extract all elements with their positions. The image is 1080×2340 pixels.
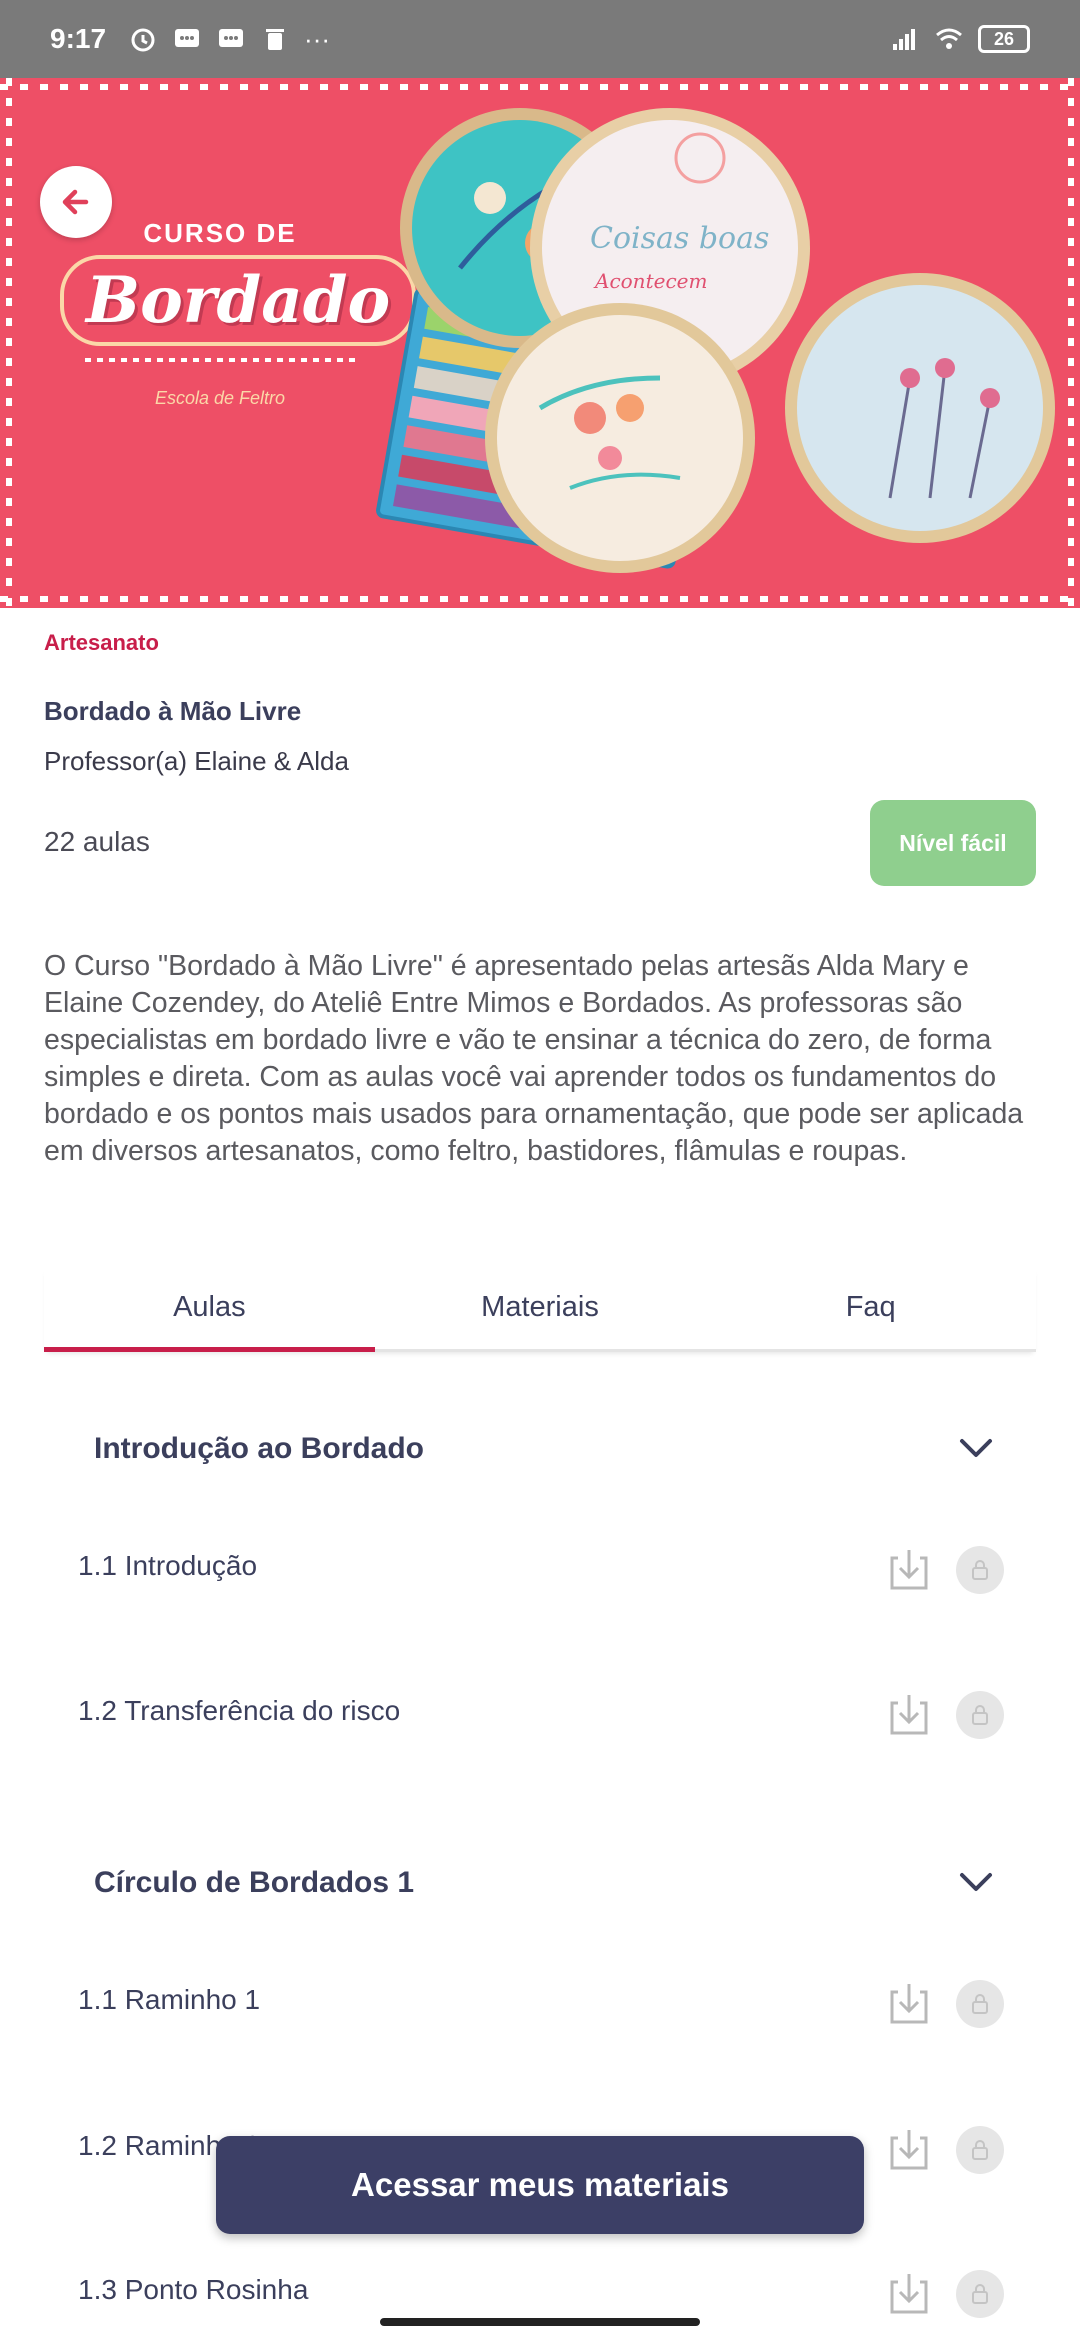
- signal-icon: [893, 29, 915, 50]
- svg-text:Acontecem: Acontecem: [593, 269, 707, 293]
- course-logo: CURSO DE Bordado Escola de Feltro: [60, 218, 417, 409]
- lock-icon: [956, 2126, 1004, 2174]
- chevron-down-icon[interactable]: [958, 1870, 994, 1894]
- lock-icon: [956, 1980, 1004, 2028]
- trash-icon: [266, 29, 285, 50]
- status-bar: 9:17 ··· 26: [0, 0, 1080, 78]
- course-hero-banner: CURSO DE Bordado Escola de Feltro Coisas…: [0, 78, 1080, 608]
- lessons-count: 22 aulas: [44, 826, 150, 857]
- section-title[interactable]: Círculo de Bordados 1: [94, 1866, 414, 1900]
- status-time: 9:17: [50, 23, 107, 54]
- message-icon: [175, 29, 200, 47]
- download-icon[interactable]: [888, 2270, 930, 2316]
- download-icon[interactable]: [888, 1980, 930, 2026]
- message-icon: [219, 29, 244, 47]
- lesson-item[interactable]: 1.3 Ponto Rosinha: [78, 2274, 308, 2306]
- download-icon[interactable]: [888, 1691, 930, 1737]
- lock-icon: [956, 1691, 1004, 1739]
- logo-line2: Bordado: [60, 255, 417, 346]
- arrow-left-icon: [62, 189, 89, 215]
- lock-icon: [956, 1546, 1004, 1594]
- course-title: Bordado à Mão Livre: [44, 696, 302, 726]
- course-category: Artesanato: [44, 630, 159, 655]
- section-title[interactable]: Introdução ao Bordado: [94, 1432, 424, 1466]
- course-professor: Professor(a) Elaine & Alda: [44, 746, 349, 776]
- level-badge: Nível fácil: [870, 800, 1036, 886]
- logo-brand: Escola de Feltro: [154, 388, 286, 408]
- alarm-icon: [131, 28, 155, 52]
- more-icon: ···: [304, 23, 331, 54]
- download-icon[interactable]: [888, 1546, 930, 1592]
- svg-text:Coisas boas: Coisas boas: [590, 221, 769, 256]
- tab-materiais[interactable]: Materiais: [375, 1266, 706, 1349]
- course-tabs: Aulas Materiais Faq: [44, 1266, 1036, 1352]
- stitch-decoration: [6, 78, 12, 608]
- logo-dots: [85, 358, 355, 362]
- home-indicator[interactable]: [380, 2318, 700, 2326]
- course-description: O Curso "Bordado à Mão Livre" é apresent…: [44, 950, 1024, 1167]
- notification-icons: ···: [128, 24, 330, 55]
- battery-icon: 26: [978, 25, 1030, 53]
- lesson-item[interactable]: 1.2 Transferência do risco: [78, 1695, 400, 1727]
- wifi-icon: [936, 28, 962, 49]
- embroidery-hoop-image: [785, 273, 1055, 543]
- tab-aulas[interactable]: Aulas: [44, 1266, 375, 1352]
- embroidery-hoop-image: [485, 303, 755, 573]
- logo-line1: CURSO DE: [143, 218, 297, 248]
- chevron-down-icon[interactable]: [958, 1436, 994, 1460]
- tab-faq[interactable]: Faq: [705, 1266, 1036, 1349]
- lock-icon: [956, 2270, 1004, 2318]
- lesson-item[interactable]: 1.1 Introdução: [78, 1550, 257, 1582]
- embroidery-hoops-illustration: Coisas boas Acontecem: [376, 108, 1055, 573]
- lesson-item[interactable]: 1.1 Raminho 1: [78, 1984, 260, 2016]
- download-icon[interactable]: [888, 2126, 930, 2172]
- access-materials-button[interactable]: Acessar meus materiais: [216, 2136, 864, 2234]
